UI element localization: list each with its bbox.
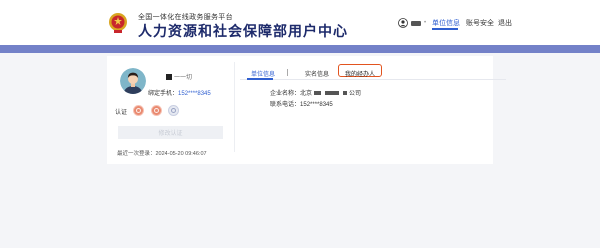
last-login: 最近一次登录：2024-05-20 09:46:07 [117,151,207,157]
company-phone-label: 联系电话： [270,102,301,108]
bound-phone-value: 152****8345 [178,91,211,97]
company-name-redacted [325,91,340,96]
bound-phone: 绑定手机：152****8345 [148,88,211,97]
vertical-divider [234,62,235,152]
company-phone-value: 152****8345 [300,102,333,108]
content-card [107,56,493,164]
company-name-label: 企业名称： [270,91,301,97]
national-emblem-icon [109,13,127,33]
auth-badge-icon[interactable] [151,105,162,116]
tab-my-agent[interactable]: 我的经办人 [345,69,375,78]
company-name-redacted [343,91,348,96]
nav-active-indicator [432,28,458,30]
user-dot: • [424,20,427,26]
profile-action-button[interactable]: 修改认证 [118,126,223,139]
tab-active-indicator [247,78,273,80]
bound-phone-label: 绑定手机： [148,91,179,97]
user-name: 一一切 [174,75,193,81]
tab-baseline [240,79,506,80]
tab-unit-info[interactable]: 单位信息 [251,69,275,78]
auth-label: 认证 [115,110,128,116]
page: 全国一体化在线政务服务平台 人力资源和社会保障部用户中心 • 单位信息 账号安全… [0,0,600,248]
username-redacted [411,20,421,26]
company-phone-row: 联系电话：152****8345 [270,99,333,108]
auth-badge-icon[interactable] [133,105,144,116]
platform-title: 人力资源和社会保障部用户中心 [138,23,348,39]
user-icon [398,18,408,28]
name-redacted [166,74,172,80]
auth-badge-icon[interactable] [168,105,179,116]
top-header: 全国一体化在线政务服务平台 人力资源和社会保障部用户中心 • 单位信息 账号安全… [0,0,600,45]
avatar [120,68,146,94]
header-band [0,45,600,53]
nav-logout[interactable]: 退出 [498,18,512,28]
company-name-row: 企业名称：北京 公司 [270,88,361,97]
tab-separator [287,69,288,76]
nav-unit-info[interactable]: 单位信息 [432,18,460,28]
tab-real-name-info[interactable]: 实名信息 [305,69,329,78]
company-name-redacted [314,91,322,96]
user-menu[interactable]: • [398,17,426,29]
nav-account-security[interactable]: 账号安全 [466,18,494,28]
company-name-suffix: 公司 [349,91,362,97]
company-name-prefix: 北京 [300,91,313,97]
